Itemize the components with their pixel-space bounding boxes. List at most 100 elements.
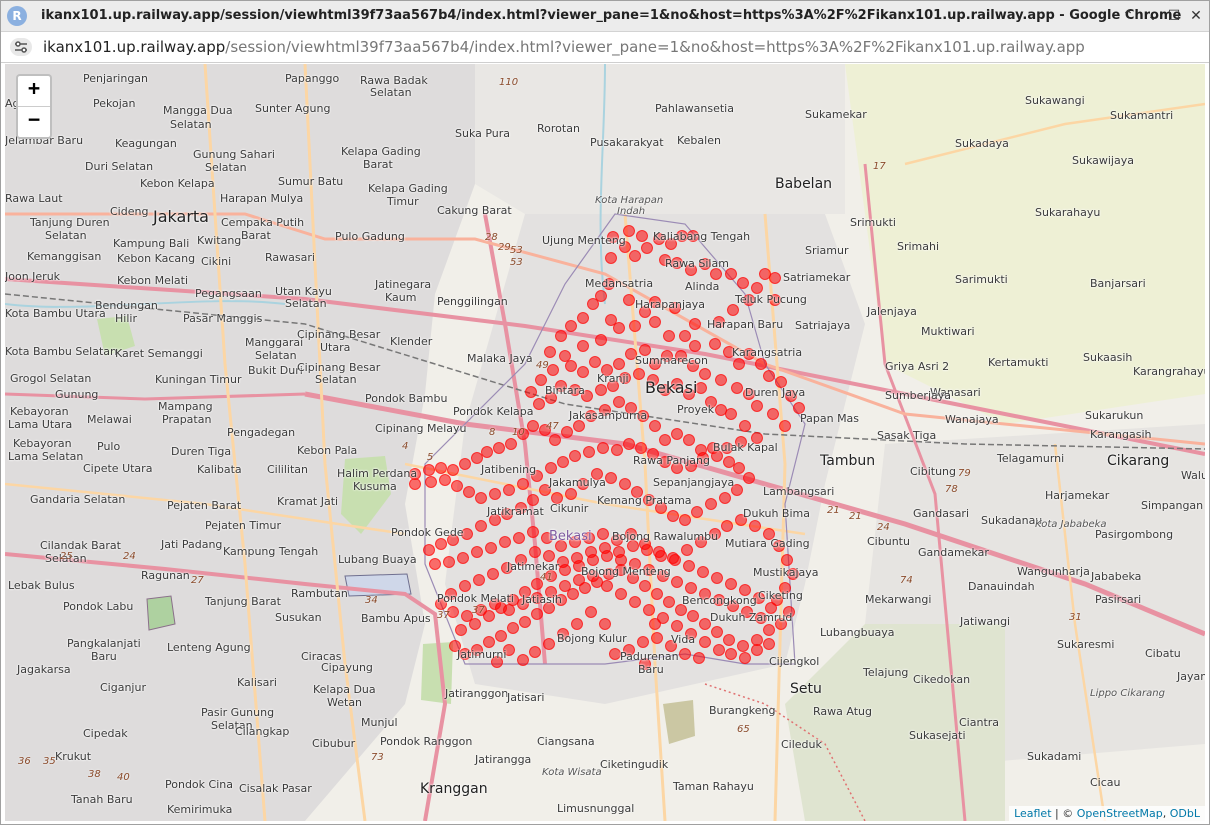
circle-marker[interactable] [751,400,763,412]
circle-marker[interactable] [681,544,693,556]
circle-marker[interactable] [727,304,739,316]
circle-marker[interactable] [545,462,557,474]
circle-marker[interactable] [451,480,463,492]
circle-marker[interactable] [763,370,775,382]
circle-marker[interactable] [531,608,543,620]
circle-marker[interactable] [527,494,539,506]
circle-marker[interactable] [605,252,617,264]
circle-marker[interactable] [599,542,611,554]
circle-marker[interactable] [629,320,641,332]
circle-marker[interactable] [529,646,541,658]
circle-marker[interactable] [565,320,577,332]
circle-marker[interactable] [749,520,761,532]
circle-marker[interactable] [495,630,507,642]
circle-marker[interactable] [561,426,573,438]
circle-marker[interactable] [763,638,775,650]
circle-marker[interactable] [473,574,485,586]
circle-marker[interactable] [619,478,631,490]
circle-marker[interactable] [481,446,493,458]
circle-marker[interactable] [503,484,515,496]
minimize-icon[interactable]: ⌃ [1118,6,1138,26]
circle-marker[interactable] [489,488,501,500]
circle-marker[interactable] [487,568,499,580]
circle-marker[interactable] [739,420,751,432]
leaflet-map[interactable]: Penjaringan Papanggo Rawa Badak Selatan Peko… [5,64,1205,821]
circle-marker[interactable] [711,626,723,638]
circle-marker[interactable] [589,356,601,368]
circle-marker[interactable] [503,604,515,616]
osm-link[interactable]: OpenStreetMap [1077,807,1163,820]
circle-marker[interactable] [739,652,751,664]
circle-marker[interactable] [475,492,487,504]
leaflet-link[interactable]: Leaflet [1014,807,1051,820]
circle-marker[interactable] [667,510,679,522]
circle-marker[interactable] [527,526,539,538]
circle-marker[interactable] [643,604,655,616]
circle-marker[interactable] [623,438,635,450]
circle-marker[interactable] [641,242,653,254]
circle-marker[interactable] [447,464,459,476]
circle-marker[interactable] [755,358,767,370]
circle-marker[interactable] [649,420,661,432]
circle-marker[interactable] [725,578,737,590]
circle-marker[interactable] [549,434,561,446]
circle-marker[interactable] [679,330,691,342]
circle-marker[interactable] [555,330,567,342]
circle-marker[interactable] [725,268,737,280]
circle-marker[interactable] [543,638,555,650]
circle-marker[interactable] [483,636,495,648]
circle-marker[interactable] [519,616,531,628]
circle-marker[interactable] [559,580,571,592]
zoom-in-button[interactable]: + [18,76,50,107]
circle-marker[interactable] [781,554,793,566]
circle-marker[interactable] [723,456,735,468]
circle-marker[interactable] [585,546,597,558]
circle-marker[interactable] [571,552,583,564]
circle-marker[interactable] [663,330,675,342]
circle-marker[interactable] [599,618,611,630]
circle-marker[interactable] [525,386,537,398]
circle-marker[interactable] [423,464,435,476]
circle-marker[interactable] [471,546,483,558]
circle-marker[interactable] [721,520,733,532]
circle-marker[interactable] [659,434,671,446]
circle-marker[interactable] [751,644,763,656]
circle-marker[interactable] [613,546,625,558]
circle-marker[interactable] [611,444,623,456]
circle-marker[interactable] [743,472,755,484]
circle-marker[interactable] [613,358,625,370]
circle-marker[interactable] [425,476,437,488]
circle-marker[interactable] [463,486,475,498]
circle-marker[interactable] [697,566,709,578]
circle-marker[interactable] [719,492,731,504]
circle-marker[interactable] [636,230,648,242]
circle-marker[interactable] [715,404,727,416]
circle-marker[interactable] [457,552,469,564]
circle-marker[interactable] [651,632,663,644]
circle-marker[interactable] [699,636,711,648]
close-icon[interactable]: ✕ [1186,6,1206,26]
circle-marker[interactable] [759,268,771,280]
circle-marker[interactable] [507,622,519,634]
circle-marker[interactable] [637,636,649,648]
circle-marker[interactable] [435,462,447,474]
circle-marker[interactable] [557,456,569,468]
url-text[interactable]: ikanx101.up.railway.app/session/viewhtml… [43,38,1085,56]
circle-marker[interactable] [767,408,779,420]
circle-marker[interactable] [733,358,745,370]
circle-marker[interactable] [751,282,763,294]
circle-marker[interactable] [485,542,497,554]
circle-marker[interactable] [725,408,737,420]
circle-marker[interactable] [459,580,471,592]
circle-marker[interactable] [595,384,607,396]
circle-marker[interactable] [649,316,661,328]
circle-marker[interactable] [455,624,467,636]
circle-marker[interactable] [669,554,681,566]
circle-marker[interactable] [517,478,529,490]
restore-icon[interactable]: ⌄ [1143,6,1163,26]
circle-marker[interactable] [571,618,583,630]
zoom-out-button[interactable]: − [18,107,50,137]
circle-marker[interactable] [651,588,663,600]
circle-marker[interactable] [544,346,556,358]
circle-marker[interactable] [751,634,763,646]
